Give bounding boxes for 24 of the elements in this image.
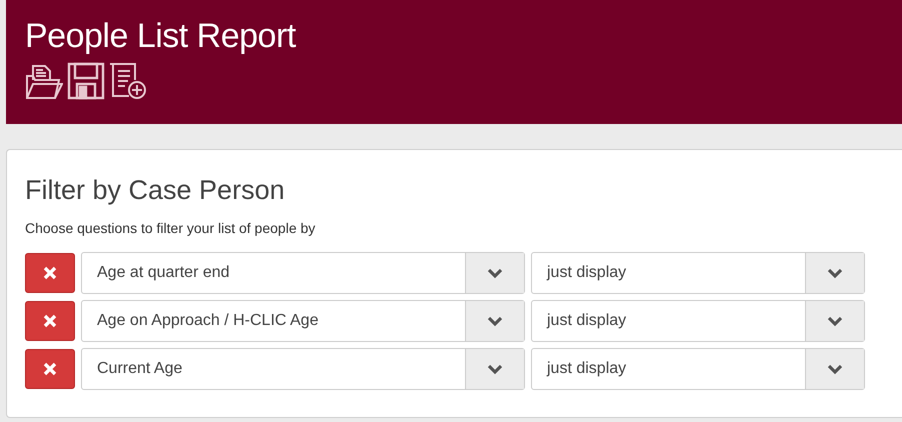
operator-select[interactable]: just display bbox=[531, 300, 865, 342]
chevron-down-icon bbox=[827, 364, 843, 375]
operator-select[interactable]: just display bbox=[531, 348, 865, 390]
remove-button[interactable] bbox=[25, 349, 75, 390]
section-description: Choose questions to filter your list of people by bbox=[25, 219, 316, 238]
question-select[interactable]: Age at quarter end bbox=[81, 252, 525, 294]
page-title: People List Report bbox=[25, 16, 297, 57]
add-report-icon[interactable] bbox=[109, 62, 147, 100]
chevron-down-icon bbox=[827, 268, 843, 279]
chevron-down-icon bbox=[827, 316, 843, 327]
close-icon bbox=[43, 314, 57, 328]
close-icon bbox=[43, 362, 57, 376]
question-select[interactable]: Current Age bbox=[81, 348, 525, 390]
save-icon[interactable] bbox=[67, 62, 105, 100]
chevron-down-icon bbox=[487, 364, 503, 375]
remove-button[interactable] bbox=[25, 253, 75, 294]
chevron-down-icon bbox=[487, 316, 503, 327]
open-folder-icon[interactable] bbox=[25, 62, 63, 100]
operator-select[interactable]: just display bbox=[531, 252, 865, 294]
question-select[interactable]: Age on Approach / H-CLIC Age bbox=[81, 300, 525, 342]
remove-button[interactable] bbox=[25, 301, 75, 342]
section-title: Filter by Case Person bbox=[25, 174, 286, 206]
close-icon bbox=[43, 266, 57, 280]
chevron-down-icon bbox=[487, 268, 503, 279]
